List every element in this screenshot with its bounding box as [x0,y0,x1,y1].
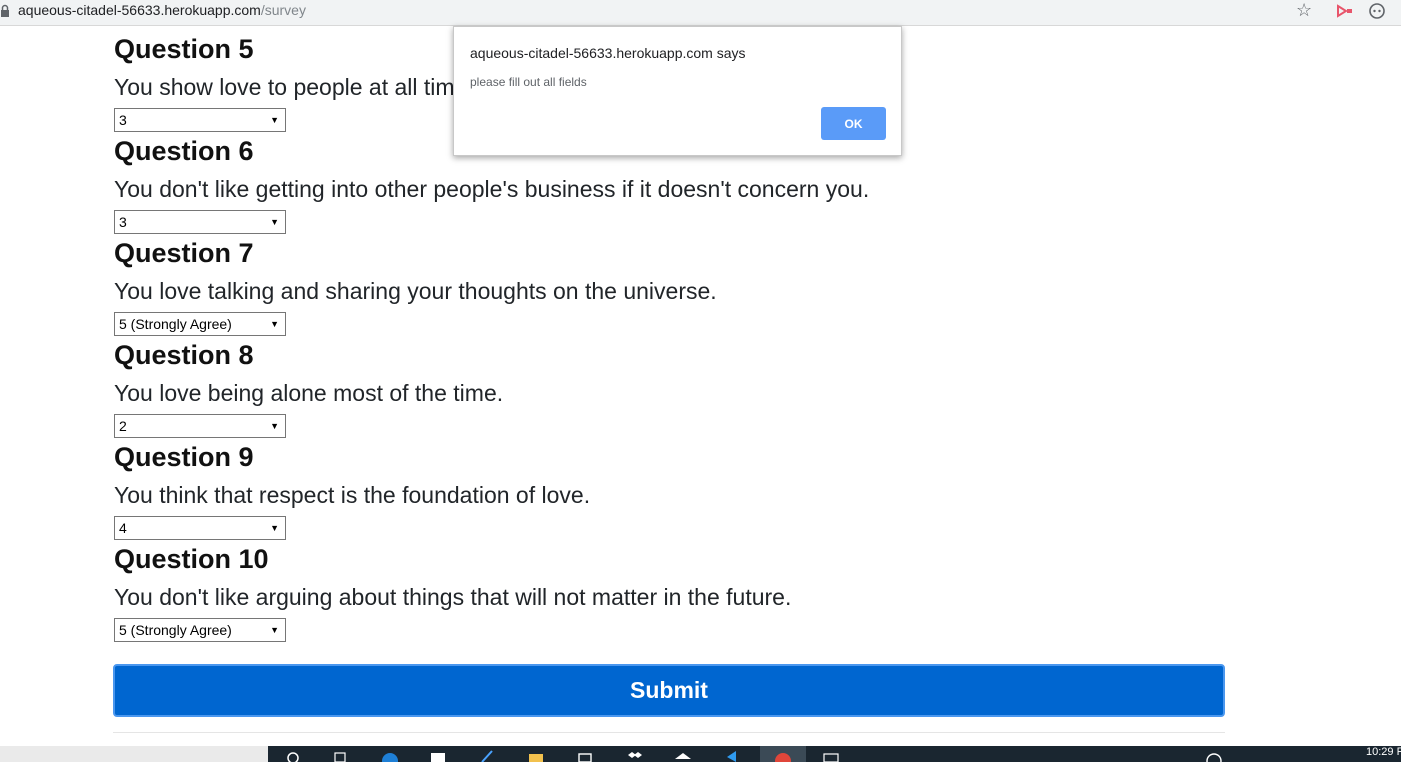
question-5-select[interactable]: 3 ▼ [114,108,286,132]
extension-icon-2[interactable] [1368,2,1386,20]
question-10-select[interactable]: 5 (Strongly Agree) ▼ [114,618,286,642]
bookmark-star-icon[interactable]: ☆ [1296,0,1312,21]
store-icon[interactable] [576,749,594,762]
question-7-text: You love talking and sharing your though… [114,278,717,304]
question-10-text: You don't like arguing about things that… [114,584,792,610]
question-6-select[interactable]: 3 ▼ [114,210,286,234]
question-5-text: You show love to people at all times. [114,74,486,100]
feather-app-icon[interactable] [478,749,496,762]
alert-dialog-message: please fill out all fields [470,75,587,89]
dropdown-arrow-icon: ▼ [270,319,279,329]
url-path: /survey [260,2,306,18]
alert-dialog: aqueous-citadel-56633.herokuapp.com says… [453,26,902,156]
question-9-title: Question 9 [114,442,254,472]
question-9-text: You think that respect is the foundation… [114,482,591,508]
dropdown-arrow-icon: ▼ [270,523,279,533]
question-5-selected-value: 3 [119,112,127,128]
question-7-title: Question 7 [114,238,254,268]
dropdown-arrow-icon: ▼ [270,217,279,227]
question-8-selected-value: 2 [119,418,127,434]
question-5-title: Question 5 [114,34,254,64]
question-7-selected-value: 5 (Strongly Agree) [119,316,232,332]
app-icon[interactable] [429,749,447,762]
url-host: aqueous-citadel-56633.herokuapp.com [18,2,261,18]
question-8-select[interactable]: 2 ▼ [114,414,286,438]
dropdown-arrow-icon: ▼ [270,625,279,635]
windows-taskbar: 10:29 P [0,746,1401,762]
question-10-selected-value: 5 (Strongly Agree) [119,622,232,638]
dropdown-arrow-icon: ▼ [270,115,279,125]
terminal-icon[interactable] [822,749,840,762]
task-view-icon[interactable] [332,749,350,762]
folder-icon[interactable] [527,749,545,762]
url-field[interactable]: aqueous-citadel-56633.herokuapp.com/surv… [18,2,306,18]
alert-dialog-title: aqueous-citadel-56633.herokuapp.com says [470,45,746,61]
alert-ok-button[interactable]: OK [821,107,886,140]
dropdown-arrow-icon: ▼ [270,421,279,431]
network-icon[interactable] [1205,749,1223,762]
question-7-select[interactable]: 5 (Strongly Agree) ▼ [114,312,286,336]
question-6-title: Question 6 [114,136,254,166]
question-9-select[interactable]: 4 ▼ [114,516,286,540]
app-icon-2[interactable] [674,749,692,762]
lock-icon [1,4,9,17]
edge-browser-icon[interactable] [381,749,399,762]
vscode-icon[interactable] [723,749,741,762]
question-10-title: Question 10 [114,544,269,574]
submit-button[interactable]: Submit [113,664,1225,717]
extension-icon[interactable] [1336,3,1354,19]
question-9-selected-value: 4 [119,520,127,536]
question-8-title: Question 8 [114,340,254,370]
taskbar-search-area[interactable] [0,746,268,762]
question-8-text: You love being alone most of the time. [114,380,504,406]
divider [113,732,1225,733]
question-6-selected-value: 3 [119,214,127,230]
chrome-icon[interactable] [774,749,792,762]
search-icon[interactable] [285,749,303,762]
browser-address-bar: aqueous-citadel-56633.herokuapp.com/surv… [0,0,1401,26]
dropbox-icon[interactable] [625,749,643,762]
taskbar-clock[interactable]: 10:29 P [1366,746,1401,758]
question-6-text: You don't like getting into other people… [114,176,870,202]
